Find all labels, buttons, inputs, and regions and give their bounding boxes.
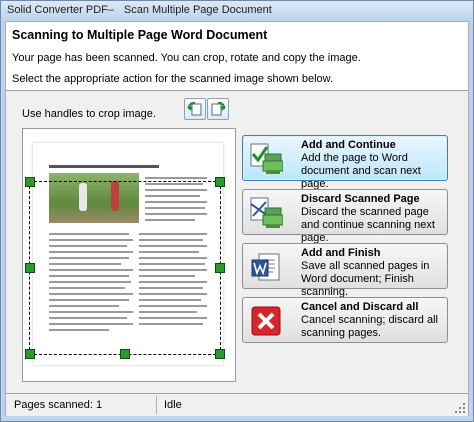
scan-preview <box>22 128 236 382</box>
crop-handle-bottom-left[interactable] <box>25 349 35 359</box>
add-and-finish-button[interactable]: Add and Finish Save all scanned pages in… <box>242 243 448 298</box>
crop-handle-middle-right[interactable] <box>215 263 225 273</box>
cancel-and-discard-all-description: Cancel scanning; discard all scanning pa… <box>301 314 438 339</box>
crop-handle-bottom-center[interactable] <box>120 349 130 359</box>
header-instruction: Select the appropriate action for the sc… <box>12 73 334 85</box>
header-title: Scanning to Multiple Page Word Document <box>12 28 268 42</box>
resize-grip-icon[interactable] <box>454 402 466 414</box>
add-and-finish-title: Add and Finish <box>301 247 381 259</box>
add-page-icon <box>250 143 283 174</box>
add-and-continue-title: Add and Continue <box>301 139 396 151</box>
crop-handle-top-right[interactable] <box>215 177 225 187</box>
discard-scanned-page-description: Discard the scanned page and continue sc… <box>301 206 435 244</box>
cancel-and-discard-all-title: Cancel and Discard all <box>301 301 419 313</box>
rotate-right-icon <box>211 101 226 116</box>
scanner-state: Idle <box>164 399 182 411</box>
rotate-right-button[interactable] <box>207 98 229 120</box>
add-and-continue-button[interactable]: Add and Continue Add the page to Word do… <box>242 135 448 190</box>
scanned-headline <box>49 165 159 168</box>
discard-scanned-page-button[interactable]: Discard Scanned Page Discard the scanned… <box>242 189 448 244</box>
crop-handle-middle-left[interactable] <box>25 263 35 273</box>
discard-scanned-page-title: Discard Scanned Page <box>301 193 420 205</box>
app-window: Solid Converter PDF – Scan Multiple Page… <box>0 0 474 422</box>
discard-page-icon <box>250 197 283 228</box>
status-bar: Pages scanned: 1 Idle <box>6 393 468 416</box>
status-separator <box>156 396 157 414</box>
rotate-left-button[interactable] <box>184 98 206 120</box>
add-and-continue-description: Add the page to Word document and scan n… <box>301 152 421 190</box>
cancel-icon <box>251 306 281 336</box>
rotate-left-icon <box>187 101 202 116</box>
window-title: Solid Converter PDF – Scan Multiple Page… <box>7 4 272 16</box>
crop-handle-bottom-right[interactable] <box>215 349 225 359</box>
dialog-header: Scanning to Multiple Page Word Document … <box>6 22 468 91</box>
add-and-finish-description: Save all scanned pages in Word document;… <box>301 260 430 298</box>
dialog-client-area: Scanning to Multiple Page Word Document … <box>5 21 469 416</box>
crop-rectangle[interactable] <box>29 181 221 355</box>
title-bar[interactable]: Solid Converter PDF – Scan Multiple Page… <box>1 1 473 21</box>
crop-instruction: Use handles to crop image. <box>22 108 156 120</box>
header-description: Your page has been scanned. You can crop… <box>12 52 361 64</box>
dialog-title: Scan Multiple Page Document <box>123 4 272 16</box>
app-name: Solid Converter PDF <box>7 4 108 16</box>
cancel-and-discard-all-button[interactable]: Cancel and Discard all Cancel scanning; … <box>242 297 448 343</box>
word-document-icon <box>251 253 280 281</box>
crop-handle-top-left[interactable] <box>25 177 35 187</box>
pages-scanned-count: Pages scanned: 1 <box>14 399 103 411</box>
